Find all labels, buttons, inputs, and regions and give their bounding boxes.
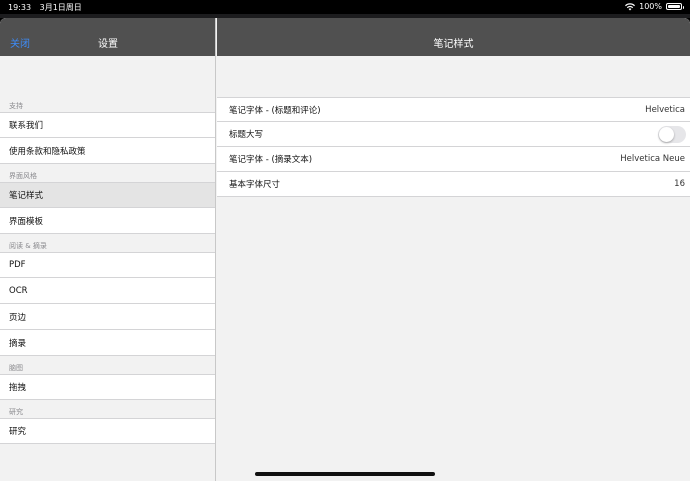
section-header-research: 研究 xyxy=(9,408,23,416)
detail-pane: 笔记样式 笔记字体 - (标题和评论) Helvetica 标题大写 笔记字体 … xyxy=(217,18,690,481)
section-header-mindmap: 脑图 xyxy=(9,364,23,372)
close-button[interactable]: 关闭 xyxy=(10,35,30,50)
detail-nav-bar: 笔记样式 xyxy=(217,18,690,56)
status-right: 100% xyxy=(625,2,684,11)
sidebar-item-pdf[interactable]: PDF xyxy=(0,252,215,278)
settings-sheet: 关闭 设置 支持 联系我们 使用条款和隐私政策 界面风格 笔记样式 界面模板 阅… xyxy=(0,18,690,481)
title-uppercase-toggle[interactable] xyxy=(658,125,686,143)
sidebar-item-contact[interactable]: 联系我们 xyxy=(0,112,215,138)
detail-spacer xyxy=(217,56,690,97)
section-header-style: 界面风格 xyxy=(9,172,37,180)
sidebar-item-ocr[interactable]: OCR xyxy=(0,278,215,304)
setting-label: 笔记字体 - (标题和评论) xyxy=(229,105,321,116)
setting-note-font-title[interactable]: 笔记字体 - (标题和评论) Helvetica xyxy=(217,97,690,122)
sidebar-item-research[interactable]: 研究 xyxy=(0,418,215,444)
status-time: 19:33 xyxy=(8,3,32,12)
sidebar-item-drag[interactable]: 拖拽 xyxy=(0,374,215,400)
toggle-knob xyxy=(659,126,674,142)
setting-label: 基本字体尺寸 xyxy=(229,180,281,190)
setting-value: 16 xyxy=(674,179,685,189)
section-header-reading: 阅读 & 摘录 xyxy=(9,242,47,250)
setting-note-font-excerpt[interactable]: 笔记字体 - (摘录文本) Helvetica Neue xyxy=(217,147,690,172)
setting-value: Helvetica xyxy=(645,104,685,115)
section-header-support: 支持 xyxy=(9,102,23,110)
setting-label: 标题大写 xyxy=(229,130,264,140)
battery-icon xyxy=(666,3,684,10)
sidebar-title: 设置 xyxy=(98,39,118,50)
status-bar: 19:33 3月1日周日 100% xyxy=(0,0,690,14)
setting-value: Helvetica Neue xyxy=(620,154,685,164)
detail-title: 笔记样式 xyxy=(433,39,474,50)
battery-fill xyxy=(668,5,680,8)
setting-base-font-size[interactable]: 基本字体尺寸 16 xyxy=(217,172,690,197)
sidebar-item-note-style[interactable]: 笔记样式 xyxy=(0,182,215,208)
battery-percent: 100% xyxy=(639,2,662,11)
sidebar-item-terms[interactable]: 使用条款和隐私政策 xyxy=(0,138,215,164)
settings-sidebar: 关闭 设置 支持 联系我们 使用条款和隐私政策 界面风格 笔记样式 界面模板 阅… xyxy=(0,18,216,481)
status-left: 19:33 3月1日周日 xyxy=(8,2,88,13)
setting-title-uppercase: 标题大写 xyxy=(217,122,690,147)
sidebar-item-excerpt[interactable]: 摘录 xyxy=(0,330,215,356)
setting-label: 笔记字体 - (摘录文本) xyxy=(229,155,313,165)
wifi-icon xyxy=(625,2,636,10)
home-indicator[interactable] xyxy=(255,472,435,476)
sidebar-item-ui-template[interactable]: 界面模板 xyxy=(0,208,215,234)
sidebar-nav-bar: 关闭 设置 xyxy=(0,18,215,56)
status-date: 3月1日周日 xyxy=(39,3,82,12)
sidebar-item-margin[interactable]: 页边 xyxy=(0,304,215,330)
